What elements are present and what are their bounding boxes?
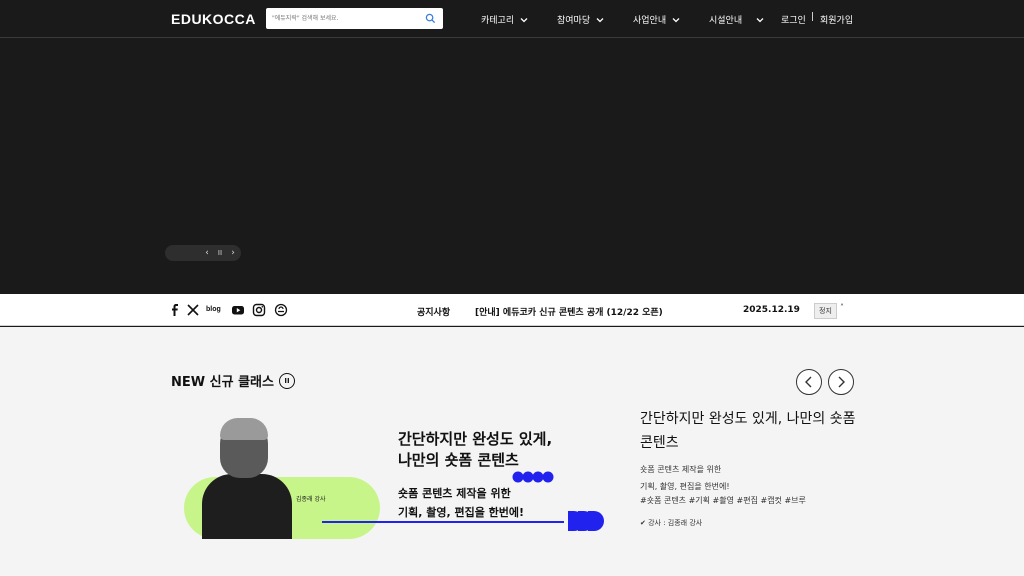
thumbnail-heading-line2: 나만의 숏폼 콘텐츠	[398, 451, 519, 469]
class-desc-line2: 기획, 촬영, 편집을 한번에!	[640, 482, 730, 491]
nav-business[interactable]: 사업안내	[633, 13, 680, 26]
thumbnail-heading: 간단하지만 완성도 있게, 나만의 숏폼 콘텐츠	[398, 429, 618, 471]
nav-facility[interactable]: 시설안내	[709, 13, 764, 26]
thumbnail-blue-line	[322, 521, 564, 523]
blog-icon[interactable]: blog	[206, 306, 221, 320]
notice-bar: blog 공지사항 [안내] 에듀코카 신규 콘텐츠 공개 (12/22 오픈)…	[0, 294, 1024, 326]
nav-participation-label: 참여마당	[557, 16, 591, 26]
class-title[interactable]: 간단하지만 완성도 있게, 나만의 숏폼 콘텐츠	[640, 407, 860, 455]
notice-headline[interactable]: [안내] 에듀코카 신규 콘텐츠 공개 (12/22 오픈)	[475, 305, 663, 318]
slider-prev-button[interactable]: ‹	[203, 245, 211, 261]
nav-facility-label: 시설안내	[709, 16, 743, 26]
class-desc-line1: 숏폼 콘텐츠 제작을 위한	[640, 465, 722, 474]
chevron-down-icon	[756, 17, 764, 22]
carousel-next-button[interactable]	[828, 369, 854, 395]
class-tags: #숏폼 콘텐츠 #기획 #촬영 #편집 #캡컷 #브루	[640, 496, 806, 505]
site-logo[interactable]: EDUKOCCA	[171, 11, 256, 27]
notice-up-button[interactable]: ˄	[840, 303, 844, 312]
class-description: 숏폼 콘텐츠 제작을 위한 기획, 촬영, 편집을 한번에!	[640, 461, 860, 495]
section-title-text: NEW 신규 클래스	[171, 375, 274, 390]
nav-category-label: 카테고리	[481, 16, 515, 26]
notice-date: 2025.12.19	[743, 305, 800, 315]
search-box	[266, 8, 443, 29]
class-teacher: ✔ 강사 : 김종래 강사	[640, 519, 703, 527]
signup-link[interactable]: 회원가입	[820, 13, 853, 26]
chevron-right-icon	[838, 376, 845, 388]
login-link[interactable]: 로그인	[781, 13, 806, 26]
hero-banner	[0, 38, 1024, 294]
chevron-down-icon	[596, 17, 604, 22]
youtube-icon[interactable]	[231, 303, 245, 317]
section-title: NEW 신규 클래스 II	[171, 371, 295, 390]
teacher-photo-body	[202, 474, 292, 539]
x-icon[interactable]	[186, 303, 200, 317]
nav-participation[interactable]: 참여마당	[557, 13, 604, 26]
notice-stop-button[interactable]: 정지	[814, 303, 837, 319]
site-header: EDUKOCCA 카테고리 참여마당 사업안내 시설안내 로그인 | 회원가입	[0, 0, 1024, 38]
thumbnail-dots-decoration	[512, 471, 554, 483]
facebook-icon[interactable]	[168, 303, 182, 317]
thumbnail-teacher-name: 김종래 강사	[296, 496, 326, 503]
section-pause-button[interactable]: II	[278, 372, 295, 389]
slider-next-button[interactable]: ›	[229, 245, 237, 261]
search-icon[interactable]	[425, 13, 436, 24]
chevron-down-icon	[672, 17, 680, 22]
search-input[interactable]	[272, 11, 422, 26]
chevron-left-icon	[805, 376, 812, 388]
class-thumbnail[interactable]: 김종래 강사 간단하지만 완성도 있게, 나만의 숏폼 콘텐츠 숏폼 콘텐츠 제…	[170, 412, 620, 567]
new-class-section: NEW 신규 클래스 II 김종래 강사 간단하지만 완성도 있게, 나만의 숏…	[0, 327, 1024, 576]
thumbnail-blue-shapes	[568, 511, 604, 531]
hero-slider-controls: ‹ II ›	[165, 245, 241, 261]
thumbnail-sub-line1: 숏폼 콘텐츠 제작을 위한	[398, 487, 511, 500]
notice-label: 공지사항	[417, 308, 451, 318]
util-separator: |	[811, 12, 815, 22]
slider-pause-button[interactable]: II	[216, 245, 224, 261]
carousel-prev-button[interactable]	[796, 369, 822, 395]
kakao-channel-icon[interactable]	[274, 303, 288, 317]
teacher-photo-hair	[220, 418, 268, 440]
chevron-down-icon	[520, 17, 528, 22]
thumbnail-heading-line1: 간단하지만 완성도 있게,	[398, 430, 553, 448]
instagram-icon[interactable]	[252, 303, 266, 317]
nav-business-label: 사업안내	[633, 16, 667, 26]
nav-category[interactable]: 카테고리	[481, 13, 528, 26]
